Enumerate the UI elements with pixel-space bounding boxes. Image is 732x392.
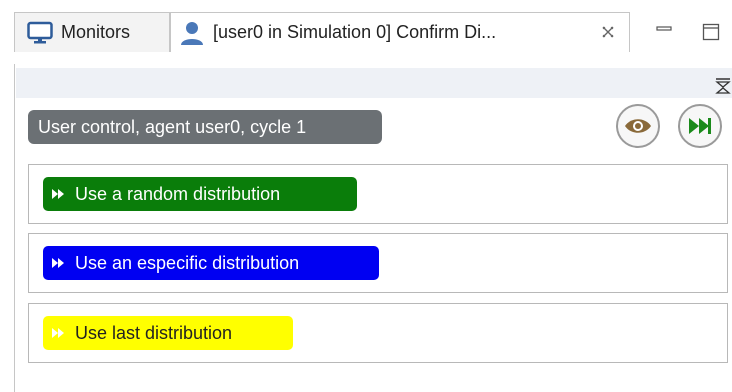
monitor-icon bbox=[27, 21, 53, 45]
use-random-distribution-button[interactable]: Use a random distribution bbox=[43, 177, 357, 211]
maximize-icon bbox=[702, 23, 720, 41]
tab-confirm-distribution[interactable]: [user0 in Simulation 0] Confirm Di... bbox=[170, 12, 630, 52]
tab-confirm-label: [user0 in Simulation 0] Confirm Di... bbox=[213, 22, 497, 42]
option-label: Use last distribution bbox=[75, 322, 233, 343]
option-row-specific: Use an especific distribution bbox=[28, 233, 728, 293]
fast-forward-icon bbox=[689, 118, 711, 134]
eye-icon bbox=[625, 119, 651, 133]
status-badge: User control, agent user0, cycle 1 bbox=[28, 110, 382, 144]
option-row-last: Use last distribution bbox=[28, 303, 728, 363]
watch-button[interactable] bbox=[616, 104, 660, 148]
window: Monitors [user0 in Simulation 0] Confirm… bbox=[0, 12, 732, 392]
use-last-distribution-button[interactable]: Use last distribution bbox=[43, 316, 293, 350]
fast-forward-button[interactable] bbox=[678, 104, 722, 148]
option-label: Use a random distribution bbox=[75, 183, 281, 204]
user-icon bbox=[179, 20, 205, 46]
minimize-icon bbox=[656, 26, 672, 31]
close-icon[interactable] bbox=[599, 23, 617, 41]
view-toolbar bbox=[16, 68, 732, 98]
maximize-button[interactable] bbox=[698, 12, 724, 52]
minimize-button[interactable] bbox=[652, 12, 676, 52]
tab-monitors[interactable]: Monitors bbox=[14, 12, 170, 52]
fast-forward-icon bbox=[51, 256, 67, 270]
tab-bar: Monitors [user0 in Simulation 0] Confirm… bbox=[0, 12, 732, 52]
option-row-random: Use a random distribution bbox=[28, 164, 728, 224]
option-label: Use an especific distribution bbox=[75, 252, 300, 273]
tab-monitors-label: Monitors bbox=[61, 22, 131, 42]
use-specific-distribution-button[interactable]: Use an especific distribution bbox=[43, 246, 379, 280]
view-menu-icon[interactable] bbox=[713, 76, 732, 96]
fast-forward-icon bbox=[51, 187, 67, 201]
fast-forward-icon bbox=[51, 326, 67, 340]
